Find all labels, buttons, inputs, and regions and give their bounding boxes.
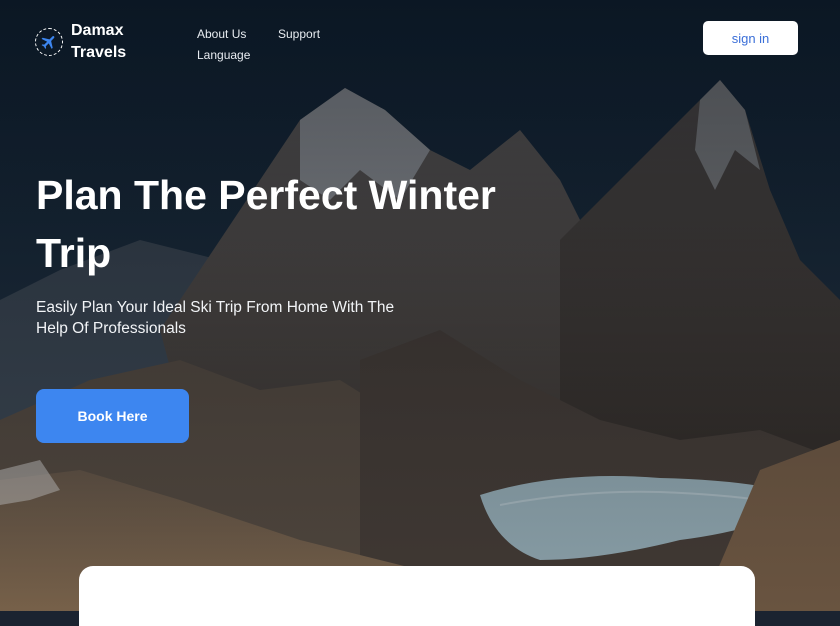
brand-name: Damax Travels [71,20,126,64]
hero-headline: Plan The Perfect Winter Trip [36,172,496,276]
nav-language-link[interactable]: Language [197,48,250,62]
book-here-button[interactable]: Book Here [36,389,189,443]
hero-subheadline: Easily Plan Your Ideal Ski Trip From Hom… [36,299,395,337]
nav-about-link[interactable]: About Us [197,27,246,41]
airplane-icon [35,28,63,56]
booking-card [79,566,755,626]
nav-support-link[interactable]: Support [278,27,320,41]
brand-name-line1: Damax [71,22,124,39]
brand-name-line2: Travels [71,44,127,61]
brand-logo[interactable]: Damax Travels [35,20,126,64]
sign-in-button[interactable]: sign in [703,21,798,55]
